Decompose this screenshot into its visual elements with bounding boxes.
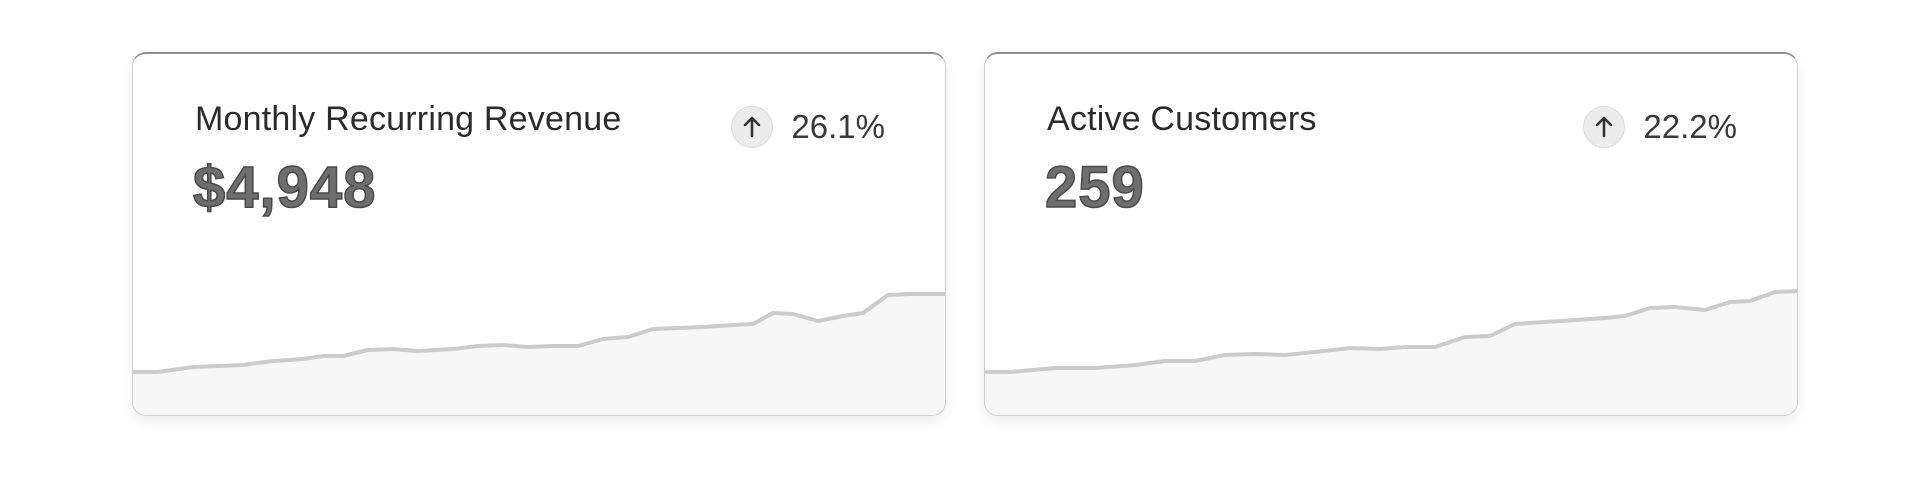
metric-cards-row: Monthly Recurring Revenue $4,948 26.1% A… — [0, 0, 1920, 478]
arrow-up-icon — [1583, 106, 1626, 148]
trend-percentage: 22.2% — [1643, 108, 1737, 145]
card-title: Active Customers — [1047, 100, 1317, 138]
trend-percentage: 26.1% — [791, 108, 885, 145]
metric-value: $4,948 — [192, 154, 377, 221]
active-customers-card: Active Customers 259 22.2% — [984, 52, 1798, 416]
sparkline-chart — [133, 292, 945, 415]
sparkline-area — [985, 291, 1797, 415]
sparkline-area — [133, 294, 945, 415]
sparkline-chart — [985, 289, 1797, 415]
trend-badge: 26.1% — [731, 106, 885, 148]
trend-badge: 22.2% — [1583, 106, 1737, 148]
mrr-card: Monthly Recurring Revenue $4,948 26.1% — [132, 52, 946, 416]
card-title: Monthly Recurring Revenue — [195, 100, 622, 138]
metric-value: 259 — [1044, 154, 1145, 221]
arrow-up-icon — [731, 106, 774, 148]
